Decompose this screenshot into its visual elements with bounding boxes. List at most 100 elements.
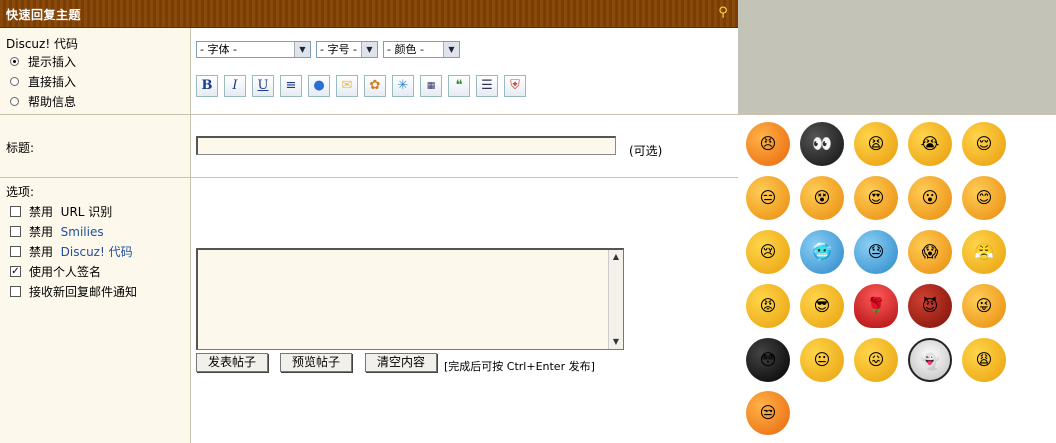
sparkle-icon: ✳ [397,78,409,93]
message-textarea[interactable]: ▲ ▼ [196,248,624,350]
smiley-tongue-icon[interactable]: 😜 [962,284,1006,328]
smiley-dizzy-icon[interactable]: 😵 [800,176,844,220]
smiley-frown-icon[interactable]: 😒 [746,391,790,435]
option-prefix: 禁用 [29,245,54,259]
scroll-up-icon[interactable]: ▲ [609,250,623,264]
option-disable-discuz-code[interactable]: 禁用 Discuz! 代码 [10,243,133,260]
italic-icon: I [232,78,238,93]
smiley-black-blob-icon[interactable]: 👀 [800,122,844,166]
subject-label: 标题: [6,141,35,155]
scroll-down-icon[interactable]: ▼ [609,335,623,349]
mode-radio[interactable] [10,97,19,106]
smiley-tears-icon[interactable]: 😢 [746,230,790,274]
smiley-crying-icon[interactable]: 😭 [908,122,952,166]
smiley-annoyed-icon[interactable]: 😤 [962,230,1006,274]
quick-reply-panel: 快速回复主题 ⚲ Discuz! 代码 提示插入 直接插入 帮助信息 - 字体 … [0,0,1056,443]
quote-button[interactable]: ❝ [448,75,470,97]
subject-input[interactable] [196,136,616,155]
option-text: 禁用 URL 识别 [29,203,112,220]
size-select-value: - 字号 - [320,43,357,56]
option-term: Discuz! 代码 [60,245,133,259]
email-button[interactable]: ✉ [336,75,358,97]
smiley-shy-icon[interactable]: 😌 [962,122,1006,166]
collapse-icon[interactable]: ⚲ [716,5,730,21]
quote-bubble-icon: ❝ [455,78,463,93]
option-term: Smilies [60,225,104,239]
smiley-scream-mask-icon[interactable]: 👻 [908,338,952,382]
smiley-blush-icon[interactable]: 😊 [962,176,1006,220]
chevron-down-icon: ▼ [294,42,310,57]
underline-button[interactable]: U [252,75,274,97]
option-checkbox[interactable] [10,226,21,237]
chevron-down-icon: ▼ [443,42,459,57]
smiley-angry-icon[interactable]: 😠 [746,122,790,166]
option-checkbox[interactable] [10,206,21,217]
preview-button[interactable]: 预览帖子 [280,353,352,372]
panel-title: 快速回复主题 [6,8,82,22]
submit-button[interactable]: 发表帖子 [196,353,268,372]
chevron-down-icon: ▼ [361,42,377,57]
option-use-signature[interactable]: ✓ 使用个人签名 [10,263,101,280]
list-icon: ☰ [481,78,493,93]
rose-icon[interactable]: 🌹 [854,284,898,328]
option-checkbox-checked[interactable]: ✓ [10,266,21,277]
smiley-sobbing-icon[interactable]: 😩 [962,338,1006,382]
code-icon: ▦ [426,81,436,91]
smiley-bomb-icon[interactable]: 😳 [746,338,790,382]
smiley-devil-icon[interactable]: 😈 [908,284,952,328]
smiley-hit-icon[interactable]: 😖 [854,338,898,382]
option-disable-smilies[interactable]: 禁用 Smilies [10,223,104,240]
image-button[interactable]: ✿ [364,75,386,97]
size-select[interactable]: - 字号 - ▼ [316,41,378,58]
submit-hint: [完成后可按 Ctrl+Enter 发布] [444,360,595,373]
option-text: 禁用 Discuz! 代码 [29,243,133,260]
hide-button[interactable]: ⛨ [504,75,526,97]
italic-button[interactable]: I [224,75,246,97]
clear-button[interactable]: 清空内容 [365,353,437,372]
code-button[interactable]: ▦ [420,75,442,97]
color-select[interactable]: - 颜色 - ▼ [383,41,460,58]
link-button[interactable]: ● [308,75,330,97]
smiley-shouting-icon[interactable]: 😫 [854,122,898,166]
code-section-title: Discuz! 代码 [6,37,78,51]
mode-label: 帮助信息 [28,95,77,109]
option-email-notify[interactable]: 接收新回复邮件通知 [10,283,137,300]
smiley-mad-icon[interactable]: 😡 [746,284,790,328]
option-text: 禁用 Smilies [29,223,104,240]
globe-link-icon: ● [313,78,325,93]
align-center-icon: ≡ [285,78,297,93]
smiley-sweat-icon[interactable]: 😓 [854,230,898,274]
mode-option-prompt[interactable]: 提示插入 [10,53,76,70]
options-label: 选项: [6,185,35,199]
mode-option-help[interactable]: 帮助信息 [10,93,76,110]
mode-radio[interactable] [10,77,19,86]
smiley-fan-icon[interactable]: 😑 [746,176,790,220]
optional-hint: (可选) [629,144,663,158]
smilies-panel [738,114,1056,443]
option-checkbox[interactable] [10,286,21,297]
smiley-cold-icon[interactable]: 🥶 [800,230,844,274]
bold-button[interactable]: B [196,75,218,97]
option-checkbox[interactable] [10,246,21,257]
smiley-love-icon[interactable]: 😍 [854,176,898,220]
align-button[interactable]: ≡ [280,75,302,97]
font-select-value: - 字体 - [200,43,237,56]
shield-icon: ⛨ [510,78,520,93]
smiley-surprised-icon[interactable]: 😮 [908,176,952,220]
mode-option-direct[interactable]: 直接插入 [10,73,76,90]
flash-button[interactable]: ✳ [392,75,414,97]
smiley-speechless-icon[interactable]: 😐 [800,338,844,382]
envelope-icon: ✉ [341,78,353,93]
font-select[interactable]: - 字体 - ▼ [196,41,311,58]
mode-radio[interactable] [10,57,19,66]
option-disable-url[interactable]: 禁用 URL 识别 [10,203,112,220]
smilies-header-area [738,0,1056,114]
option-text: 接收新回复邮件通知 [29,285,138,299]
list-button[interactable]: ☰ [476,75,498,97]
textarea-scrollbar[interactable]: ▲ ▼ [608,250,623,349]
option-text: 使用个人签名 [29,265,102,279]
smiley-scared-icon[interactable]: 😱 [908,230,952,274]
color-select-value: - 颜色 - [387,43,424,56]
bold-icon: B [201,78,213,93]
smiley-cool-icon[interactable]: 😎 [800,284,844,328]
